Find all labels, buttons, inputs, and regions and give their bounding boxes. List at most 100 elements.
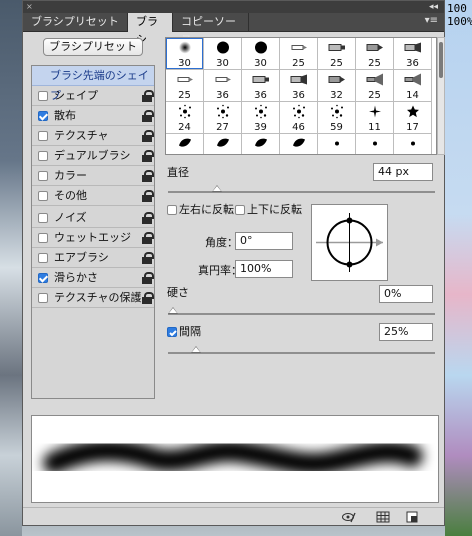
scroll-thumb[interactable] — [439, 42, 443, 78]
brush-tip-cell[interactable]: 14 — [318, 134, 356, 154]
lock-icon[interactable] — [142, 252, 154, 264]
brush-tip-cell[interactable]: 36 — [242, 70, 280, 102]
lock-icon[interactable] — [142, 232, 154, 244]
brush-tip-cell[interactable]: 14 — [394, 70, 432, 102]
lock-icon[interactable] — [142, 90, 154, 102]
lock-icon[interactable] — [142, 190, 154, 202]
checkbox-shape-dynamics[interactable] — [38, 91, 48, 101]
list-item-protect-texture[interactable]: テクスチャの保護 — [32, 288, 154, 308]
list-item-smoothing[interactable]: 滑らかさ — [32, 268, 154, 288]
tab-brush-presets[interactable]: ブラシプリセット — [23, 13, 128, 32]
grid-icon[interactable] — [376, 511, 390, 523]
list-item-brush-tip-shape[interactable]: ブラシ先端のシェイプ — [32, 66, 154, 102]
checkbox-smoothing[interactable] — [38, 273, 48, 283]
lock-icon[interactable] — [142, 130, 154, 142]
diameter-slider-knob[interactable] — [211, 185, 222, 192]
brush-presets-button[interactable]: ブラシプリセット — [43, 38, 143, 56]
flip-x-checkbox[interactable] — [167, 205, 177, 215]
list-item-scattering[interactable]: 散布 — [32, 106, 154, 126]
brush-tip-cell[interactable]: 23 — [166, 134, 204, 154]
list-item-texture[interactable]: テクスチャ — [32, 126, 154, 146]
panel-titlebar[interactable]: × ◂◂ — [23, 1, 444, 13]
brush-tip-cell[interactable]: 25 — [166, 70, 204, 102]
spacing-slider[interactable] — [168, 346, 435, 354]
brush-tip-cell[interactable]: 25 — [318, 38, 356, 70]
checkbox-noise[interactable] — [38, 213, 48, 223]
brush-tip-cell[interactable]: 44 — [242, 134, 280, 155]
list-item-label: テクスチャ — [54, 129, 109, 142]
brush-tip-cell[interactable]: 24 — [166, 102, 204, 134]
hardness-slider-knob[interactable] — [168, 307, 178, 314]
brush-tip-cell[interactable]: 46 — [280, 102, 318, 134]
hardness-field[interactable]: 0% — [379, 285, 433, 303]
brush-tip-cell[interactable]: 25 — [280, 38, 318, 70]
brush-tip-cell[interactable]: 30 — [242, 38, 280, 70]
list-item-color-dynamics[interactable]: カラー — [32, 166, 154, 186]
brush-tip-sparkle-icon — [368, 105, 382, 122]
angle-label: 角度： — [205, 236, 238, 249]
brush-tip-cell[interactable]: 36 — [394, 38, 432, 70]
brush-tip-cell[interactable]: 11 — [356, 102, 394, 134]
list-item-label: テクスチャの保護 — [54, 291, 142, 304]
brush-tip-cell[interactable]: 59 — [318, 102, 356, 134]
tab-brush[interactable]: ブラシ — [128, 13, 173, 46]
roundness-field[interactable]: 100% — [235, 260, 293, 278]
spacing-slider-knob[interactable] — [191, 346, 202, 353]
lock-icon[interactable] — [142, 292, 154, 304]
brush-tip-cell[interactable]: 17 — [394, 102, 432, 134]
spacing-field[interactable]: 25% — [379, 323, 433, 341]
lock-icon[interactable] — [142, 212, 154, 224]
diameter-field[interactable]: 44 px — [373, 163, 433, 181]
list-item-wet-edges[interactable]: ウェットエッジ — [32, 228, 154, 248]
brush-grid-scrollbar[interactable] — [437, 37, 445, 155]
checkbox-color-dynamics[interactable] — [38, 171, 48, 181]
new-preset-icon[interactable] — [405, 511, 419, 523]
list-item-noise[interactable]: ノイズ — [32, 208, 154, 228]
brush-tip-dot-icon — [332, 139, 342, 152]
brush-tip-cell[interactable]: 36 — [280, 70, 318, 102]
close-icon[interactable]: × — [26, 2, 33, 12]
flip-y-checkbox[interactable] — [235, 205, 245, 215]
brush-tip-cell[interactable]: 36 — [204, 70, 242, 102]
checkbox-transfer[interactable] — [38, 191, 48, 201]
list-item-airbrush[interactable]: エアブラシ — [32, 248, 154, 268]
list-item-transfer[interactable]: その他 — [32, 186, 154, 206]
brush-tip-cell[interactable]: 26 — [356, 134, 394, 154]
lock-icon[interactable] — [142, 170, 154, 182]
hardness-slider[interactable] — [168, 307, 435, 315]
brush-tip-cell[interactable]: 27 — [204, 102, 242, 134]
lock-icon[interactable] — [142, 150, 154, 162]
list-item-shape-dynamics[interactable]: シェイプ — [32, 86, 154, 106]
checkbox-scattering[interactable] — [38, 111, 48, 121]
brush-tip-cell[interactable]: 25 — [356, 70, 394, 102]
brush-tip-size: 25 — [330, 58, 343, 69]
angle-roundness-icon — [316, 213, 383, 272]
brush-tip-cell[interactable]: 30 — [204, 38, 242, 70]
checkbox-airbrush[interactable] — [38, 253, 48, 263]
spacing-checkbox[interactable] — [167, 327, 177, 337]
brush-tip-cell[interactable]: 60 — [280, 134, 318, 155]
collapse-icon[interactable]: ◂◂ — [429, 2, 438, 12]
checkbox-protect-texture[interactable] — [38, 293, 48, 303]
brush-tip-cell[interactable]: 36 — [204, 134, 242, 154]
eye-brush-icon[interactable] — [342, 511, 356, 523]
brush-tip-size: 25 — [368, 58, 381, 69]
checkbox-wet-edges[interactable] — [38, 233, 48, 243]
lock-icon[interactable] — [142, 272, 154, 284]
angle-field[interactable]: 0° — [235, 232, 293, 250]
brush-tip-cell[interactable]: 30 — [166, 38, 204, 70]
checkbox-dual-brush[interactable] — [38, 151, 48, 161]
diameter-slider[interactable] — [168, 185, 435, 193]
brush-tip-cell[interactable]: 25 — [356, 38, 394, 70]
tab-clone-source[interactable]: コピーソース — [173, 13, 249, 46]
brush-tip-cell[interactable]: 33 — [394, 134, 432, 154]
brush-tip-size: 60 — [280, 154, 317, 155]
brush-tip-cell[interactable]: 39 — [242, 102, 280, 134]
list-item-dual-brush[interactable]: デュアルブラシ — [32, 146, 154, 166]
lock-icon[interactable] — [142, 110, 154, 122]
panel-menu-icon[interactable]: ▾≡ — [425, 15, 438, 26]
brush-tip-cell[interactable]: 32 — [318, 70, 356, 102]
brush-tip-leaf-icon — [253, 136, 269, 155]
checkbox-texture[interactable] — [38, 131, 48, 141]
brush-angle-preview[interactable] — [311, 204, 388, 281]
